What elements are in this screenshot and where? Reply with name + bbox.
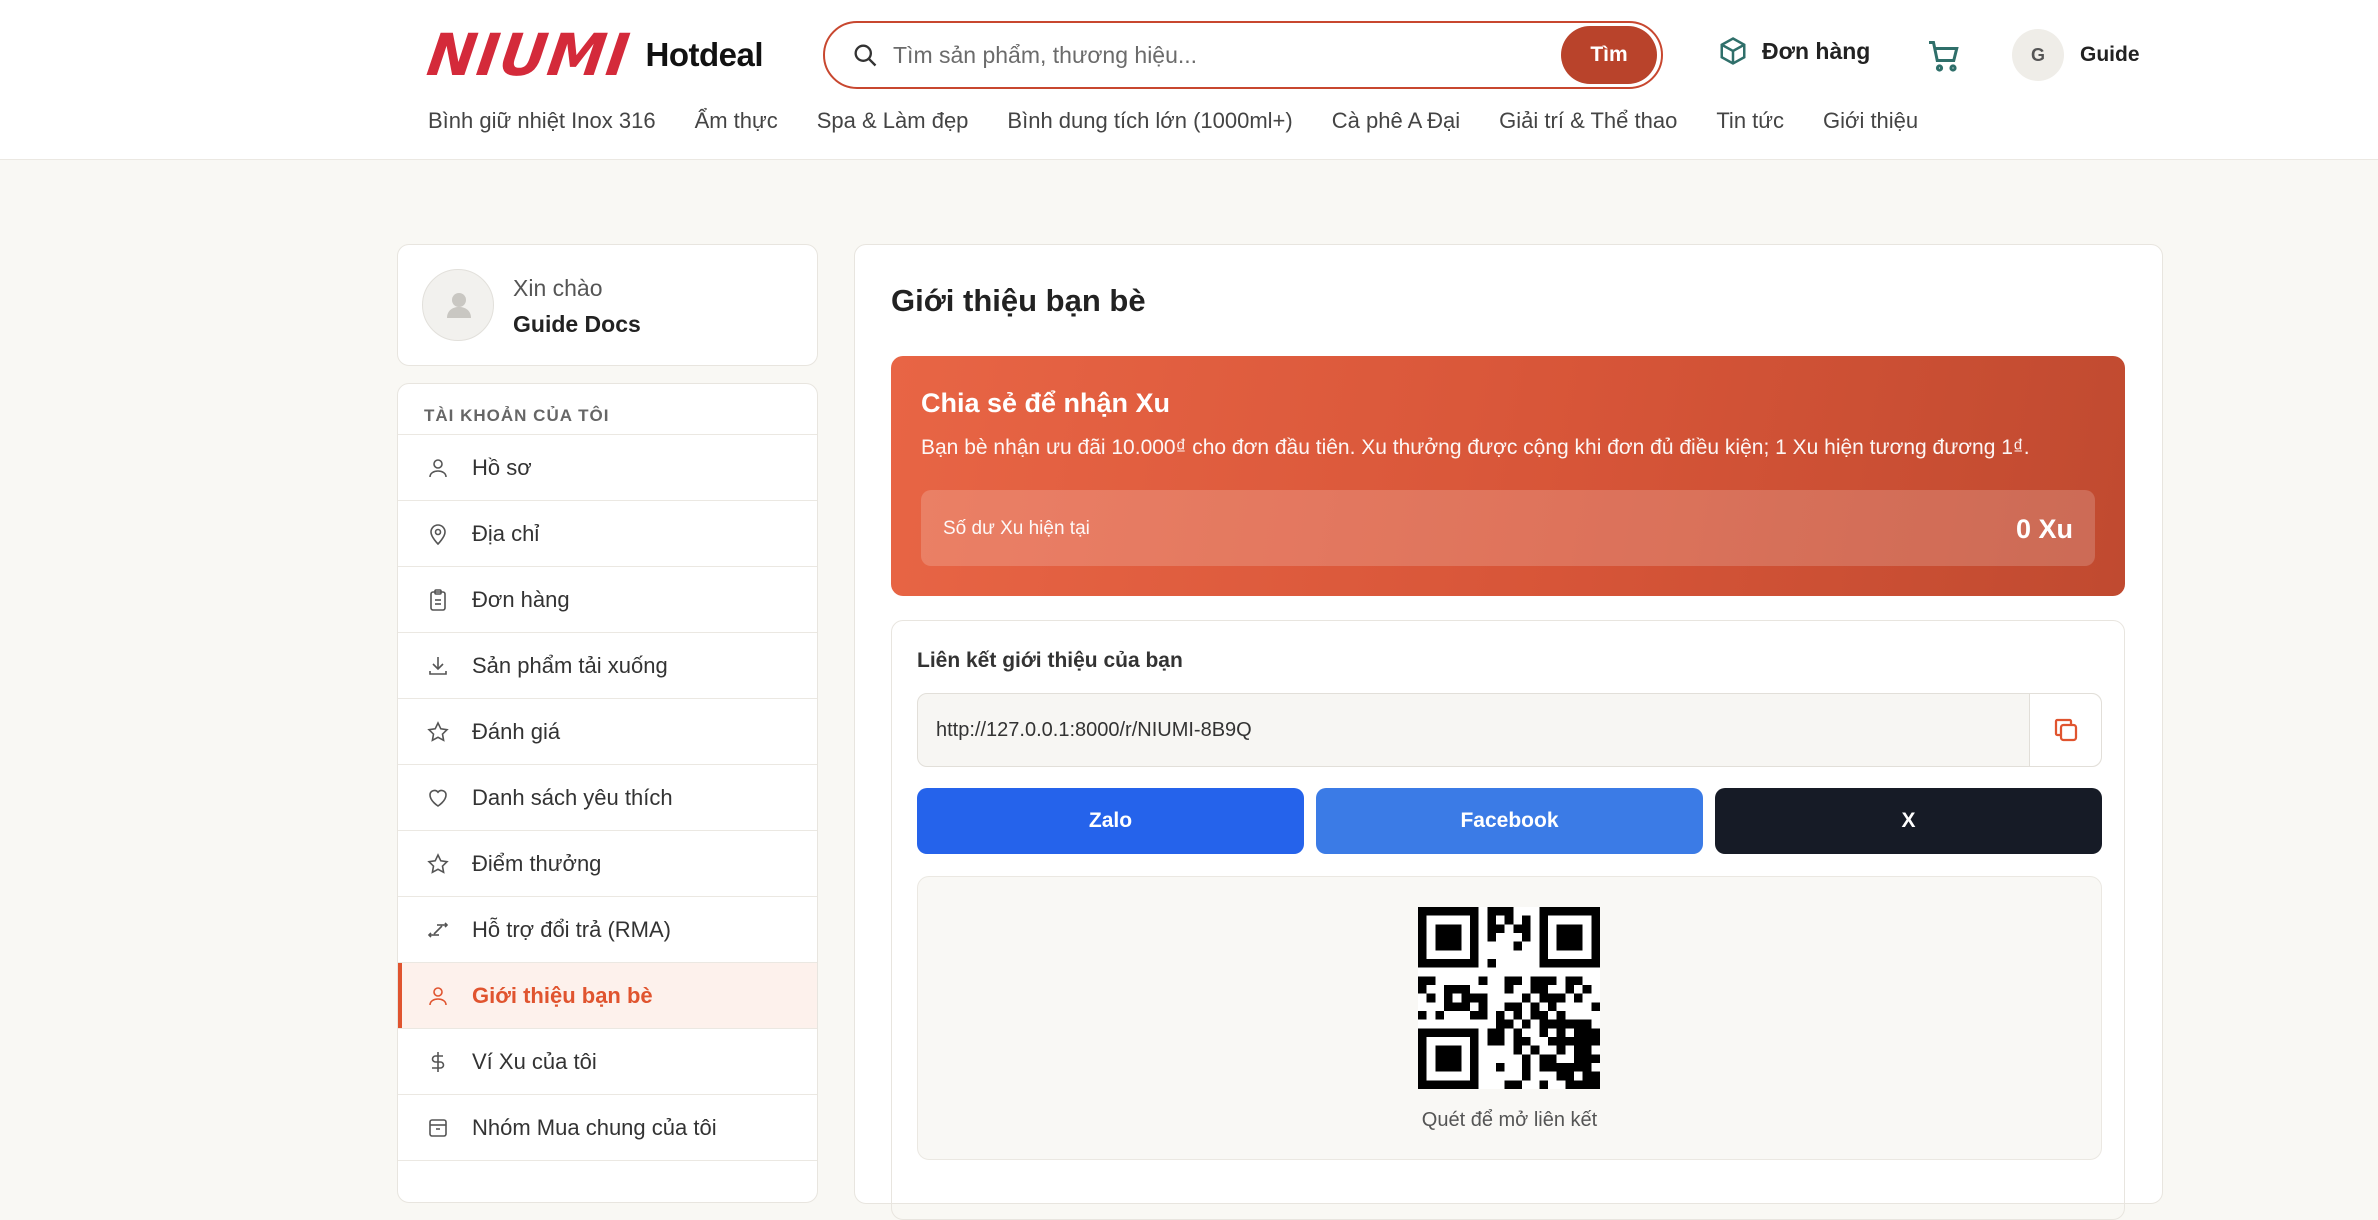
swap-icon — [427, 921, 449, 938]
star-icon — [427, 852, 449, 874]
page-title: Giới thiệu bạn bè — [891, 283, 1146, 318]
share-buttons: Zalo Facebook X — [917, 788, 2102, 854]
sidebar-item-profile[interactable]: Hồ sơ — [398, 434, 817, 500]
avatar: G — [2012, 29, 2064, 81]
sidebar-item-address[interactable]: Địa chỉ — [398, 500, 817, 566]
qr-code-icon — [1418, 907, 1600, 1089]
coin-balance: Số dư Xu hiện tại 0 Xu — [921, 490, 2095, 566]
nav-item[interactable]: Cà phê A Đại — [1332, 108, 1460, 134]
avatar — [422, 269, 494, 341]
sidebar-item-label: Đơn hàng — [472, 586, 570, 612]
copy-button[interactable] — [2029, 694, 2101, 766]
category-nav: Bình giữ nhiệt Inox 316 Ẩm thực Spa & Là… — [428, 108, 1918, 134]
share-facebook-button[interactable]: Facebook — [1316, 788, 1703, 854]
menu-heading: TÀI KHOẢN CỦA TÔI — [424, 406, 610, 425]
promo-description: Bạn bè nhận ưu đãi 10.000₫ cho đơn đầu t… — [921, 436, 2030, 459]
box-icon — [429, 1118, 447, 1137]
site-header: NIUMI Hotdeal Tìm Đơn hàng G Guide Bình … — [0, 0, 2378, 160]
sidebar-item-more[interactable] — [398, 1160, 817, 1202]
nav-item[interactable]: Giải trí & Thể thao — [1499, 108, 1677, 134]
logo[interactable]: NIUMI Hotdeal — [423, 21, 764, 89]
sidebar-item-label: Giới thiệu bạn bè — [472, 982, 653, 1008]
nav-item[interactable]: Bình giữ nhiệt Inox 316 — [428, 108, 656, 134]
logo-mark: NIUMI — [423, 21, 635, 89]
package-icon — [1720, 37, 1746, 65]
balance-label: Số dư Xu hiện tại — [943, 518, 1090, 539]
sidebar-item-rma[interactable]: Hỗ trợ đổi trả (RMA) — [398, 896, 817, 962]
qr-caption: Quét để mở liên kết — [1421, 1109, 1598, 1131]
dollar-icon — [431, 1051, 445, 1072]
search-button[interactable]: Tìm — [1561, 26, 1657, 84]
sidebar-item-orders[interactable]: Đơn hàng — [398, 566, 817, 632]
orders-link[interactable]: Đơn hàng — [1718, 36, 1870, 66]
sidebar-item-label: Điểm thưởng — [472, 850, 602, 876]
referral-link-field — [917, 693, 2102, 767]
sidebar-item-label: Hồ sơ — [472, 454, 532, 480]
referral-panel: Giới thiệu bạn bè Chia sẻ để nhận Xu Bạn… — [854, 244, 2163, 1220]
orders-label: Đơn hàng — [1762, 37, 1871, 64]
share-x-button[interactable]: X — [1715, 788, 2102, 854]
user-icon — [429, 986, 447, 1005]
share-zalo-button[interactable]: Zalo — [917, 788, 1304, 854]
greeting-text: Xin chào — [513, 275, 603, 301]
sidebar-item-wishlist[interactable]: Danh sách yêu thích — [398, 764, 817, 830]
nav-item[interactable]: Spa & Làm đẹp — [817, 108, 969, 134]
heart-icon — [429, 789, 447, 807]
qr-section: Quét để mở liên kết — [917, 876, 2102, 1160]
sidebar-item-label: Danh sách yêu thích — [472, 784, 673, 810]
sidebar-item-points[interactable]: Điểm thưởng — [398, 830, 817, 896]
sidebar-item-downloads[interactable]: Sản phẩm tải xuống — [398, 632, 817, 698]
nav-item[interactable]: Bình dung tích lớn (1000ml+) — [1007, 108, 1292, 134]
sidebar-item-label: Địa chỉ — [472, 520, 540, 546]
user-icon — [447, 293, 471, 318]
sidebar-item-label: Sản phẩm tải xuống — [472, 652, 668, 678]
clipboard-icon — [430, 588, 446, 611]
referral-link-label: Liên kết giới thiệu của bạn — [917, 649, 1183, 672]
download-icon — [429, 656, 447, 675]
nav-item[interactable]: Giới thiệu — [1823, 108, 1918, 134]
star-icon — [427, 720, 449, 742]
cart-icon[interactable] — [1926, 38, 1962, 74]
sidebar-item-wallet[interactable]: Ví Xu của tôi — [398, 1028, 817, 1094]
sidebar-item-label: Đánh giá — [472, 718, 561, 744]
search-icon — [854, 44, 877, 67]
user-full-name: Guide Docs — [513, 311, 641, 337]
greeting-card: Xin chào Guide Docs — [397, 244, 818, 366]
referral-url-input[interactable] — [918, 718, 2029, 742]
promo-banner: Chia sẻ để nhận Xu Bạn bè nhận ưu đãi 10… — [891, 356, 2125, 596]
sidebar-item-label: Ví Xu của tôi — [472, 1048, 597, 1074]
sidebar-item-group-buy[interactable]: Nhóm Mua chung của tôi — [398, 1094, 817, 1160]
nav-item[interactable]: Ẩm thực — [695, 108, 778, 134]
account-menu: TÀI KHOẢN CỦA TÔI Hồ sơ Địa chỉ Đơn hàng… — [397, 383, 818, 1203]
search-bar: Tìm — [823, 21, 1663, 89]
map-pin-icon — [430, 523, 446, 545]
sidebar-item-label: Hỗ trợ đổi trả (RMA) — [472, 916, 672, 942]
sidebar-item-reviews[interactable]: Đánh giá — [398, 698, 817, 764]
promo-title: Chia sẻ để nhận Xu — [921, 388, 1171, 418]
sidebar-item-label: Nhóm Mua chung của tôi — [472, 1114, 717, 1140]
copy-icon — [2054, 718, 2077, 742]
user-icon — [429, 458, 447, 477]
referral-link-card: Liên kết giới thiệu của bạn Zalo Faceboo… — [891, 620, 2125, 1220]
logo-text: Hotdeal — [645, 36, 764, 73]
nav-item[interactable]: Tin tức — [1716, 108, 1784, 134]
balance-value: 0 Xu — [2015, 514, 2073, 544]
user-menu[interactable]: G Guide — [2012, 29, 2140, 81]
search-input[interactable] — [893, 41, 1561, 69]
sidebar-item-referral[interactable]: Giới thiệu bạn bè — [398, 962, 817, 1028]
user-name: Guide — [2080, 43, 2140, 66]
